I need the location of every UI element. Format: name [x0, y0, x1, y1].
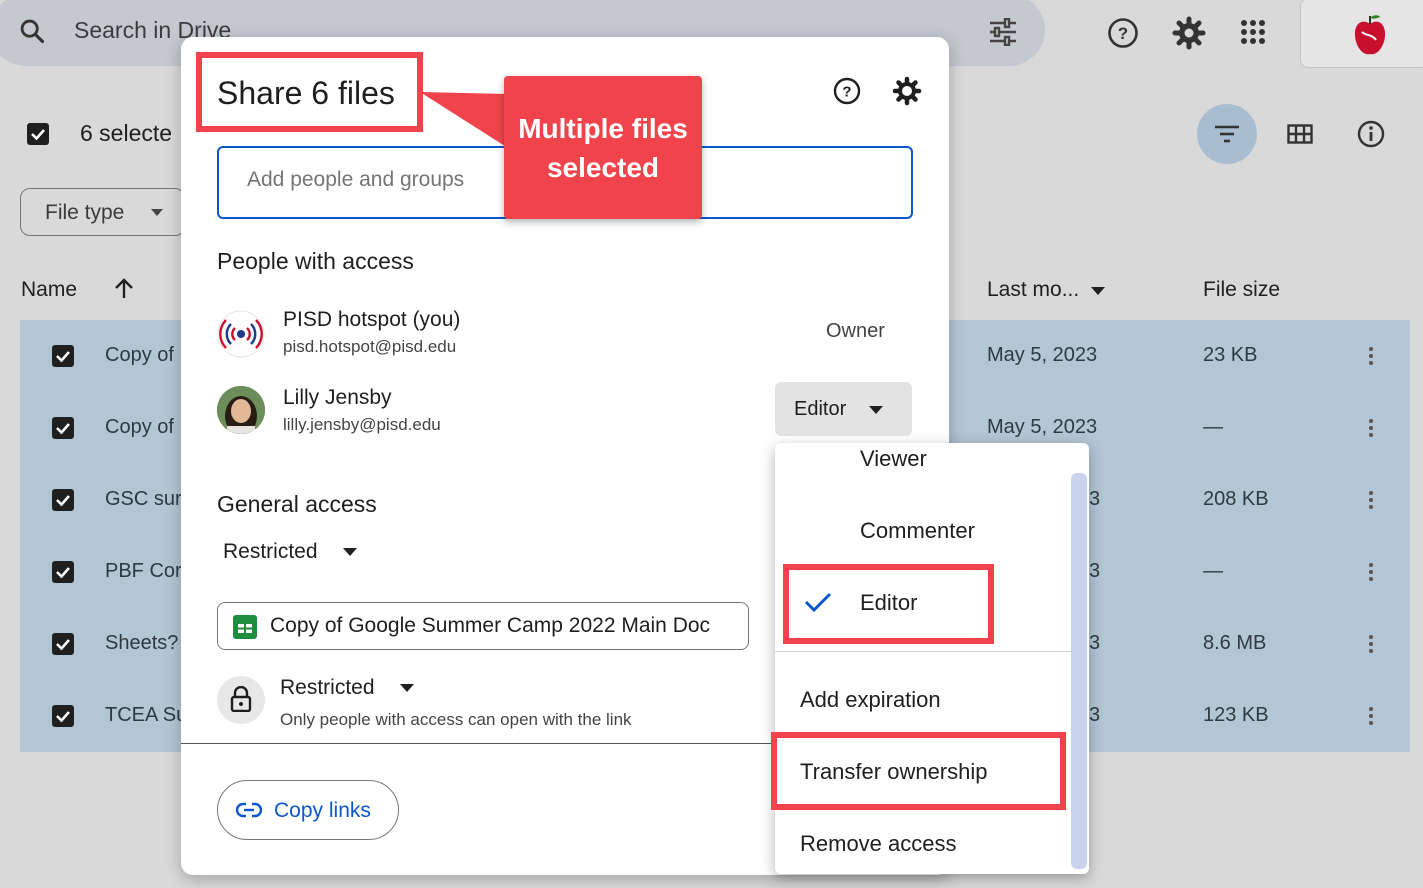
person-email: pisd.hotspot@pisd.edu	[283, 337, 457, 356]
menu-item-viewer[interactable]: Viewer	[860, 446, 927, 472]
settings-icon[interactable]	[1172, 16, 1206, 50]
role-dropdown-button[interactable]: Editor	[775, 382, 912, 436]
menu-item-add-expiration[interactable]: Add expiration	[800, 687, 941, 713]
file-type-filter[interactable]: File type	[20, 188, 185, 236]
select-all-checkbox[interactable]	[27, 123, 49, 145]
menu-item-remove-access[interactable]: Remove access	[800, 831, 957, 857]
row-date: May 5, 2023	[987, 344, 1098, 366]
row-file-name[interactable]: Copy of	[105, 344, 174, 367]
row-checkbox[interactable]	[52, 633, 74, 655]
editor-highlight	[783, 564, 994, 644]
row-size: 123 KB	[1203, 704, 1269, 726]
apps-icon[interactable]	[1240, 19, 1266, 45]
menu-scrollbar[interactable]	[1071, 473, 1087, 869]
callout-pointer	[420, 92, 508, 148]
menu-item-commenter[interactable]: Commenter	[860, 518, 975, 544]
transfer-ownership-highlight	[771, 732, 1066, 810]
person-name: Lilly Jensby	[283, 386, 392, 409]
row-date: 3	[1089, 488, 1101, 510]
row-checkbox[interactable]	[52, 705, 74, 727]
file-chip[interactable]: Copy of Google Summer Camp 2022 Main Doc	[217, 602, 749, 650]
dropdown-icon	[151, 209, 163, 216]
dropdown-icon[interactable]	[400, 684, 414, 692]
general-access-select[interactable]: Restricted	[223, 540, 318, 564]
svg-text:?: ?	[842, 84, 851, 101]
sort-up-icon[interactable]	[113, 278, 135, 300]
row-size: —	[1203, 416, 1223, 438]
more-options-icon[interactable]	[1369, 707, 1373, 728]
row-file-name[interactable]: Sheets?	[105, 632, 178, 655]
column-file-size[interactable]: File size	[1203, 278, 1280, 302]
copy-links-button[interactable]: Copy links	[217, 780, 399, 840]
link-access-description: Only people with access can open with th…	[280, 710, 632, 729]
link-icon	[236, 802, 262, 818]
settings-icon[interactable]	[892, 76, 922, 106]
row-size: 23 KB	[1203, 344, 1258, 366]
lock-icon	[217, 676, 265, 724]
filter-button[interactable]	[1197, 104, 1257, 164]
help-icon[interactable]: ?	[1107, 17, 1139, 49]
row-date: 3	[1089, 704, 1101, 726]
dropdown-icon[interactable]	[343, 548, 357, 556]
link-access-select[interactable]: Restricted	[280, 676, 375, 700]
help-icon[interactable]: ?	[833, 77, 861, 105]
avatar	[217, 386, 265, 434]
more-options-icon[interactable]	[1369, 563, 1373, 584]
column-last-modified[interactable]: Last mo...	[987, 278, 1079, 302]
row-size: 8.6 MB	[1203, 632, 1267, 654]
row-file-name[interactable]: PBF Cor	[105, 560, 182, 583]
general-access-heading: General access	[217, 491, 377, 517]
dropdown-icon	[1091, 287, 1105, 295]
dialog-title: Share 6 files	[217, 75, 395, 111]
row-checkbox[interactable]	[52, 489, 74, 511]
more-options-icon[interactable]	[1369, 347, 1373, 368]
callout-multiple-files: Multiple files selected	[504, 76, 702, 219]
grid-icon[interactable]	[1287, 124, 1313, 144]
row-date: May 5, 2023	[987, 416, 1098, 438]
search-icon[interactable]	[18, 17, 46, 45]
info-icon[interactable]	[1357, 120, 1385, 148]
svg-text:?: ?	[1118, 24, 1128, 43]
row-file-name[interactable]: Copy of	[105, 416, 174, 439]
dropdown-icon	[869, 406, 883, 414]
row-checkbox[interactable]	[52, 417, 74, 439]
org-logo[interactable]	[1352, 12, 1388, 58]
row-file-name[interactable]: TCEA Su	[105, 704, 187, 727]
column-name[interactable]: Name	[21, 278, 77, 302]
more-options-icon[interactable]	[1369, 419, 1373, 440]
row-date: 3	[1089, 632, 1101, 654]
row-size: 208 KB	[1203, 488, 1269, 510]
menu-divider	[775, 651, 1071, 652]
tune-icon[interactable]	[988, 18, 1018, 46]
owner-label: Owner	[826, 320, 885, 342]
row-size: —	[1203, 560, 1223, 582]
row-date: 3	[1089, 560, 1101, 582]
more-options-icon[interactable]	[1369, 635, 1373, 656]
person-name: PISD hotspot (you)	[283, 308, 461, 331]
person-email: lilly.jensby@pisd.edu	[283, 415, 441, 434]
people-heading: People with access	[217, 248, 414, 274]
row-checkbox[interactable]	[52, 561, 74, 583]
sheets-icon	[233, 615, 257, 639]
selection-count: 6 selecte	[80, 120, 173, 146]
more-options-icon[interactable]	[1369, 491, 1373, 512]
row-checkbox[interactable]	[52, 345, 74, 367]
row-file-name[interactable]: GSC sur	[105, 488, 182, 511]
hotspot-avatar	[217, 310, 265, 358]
